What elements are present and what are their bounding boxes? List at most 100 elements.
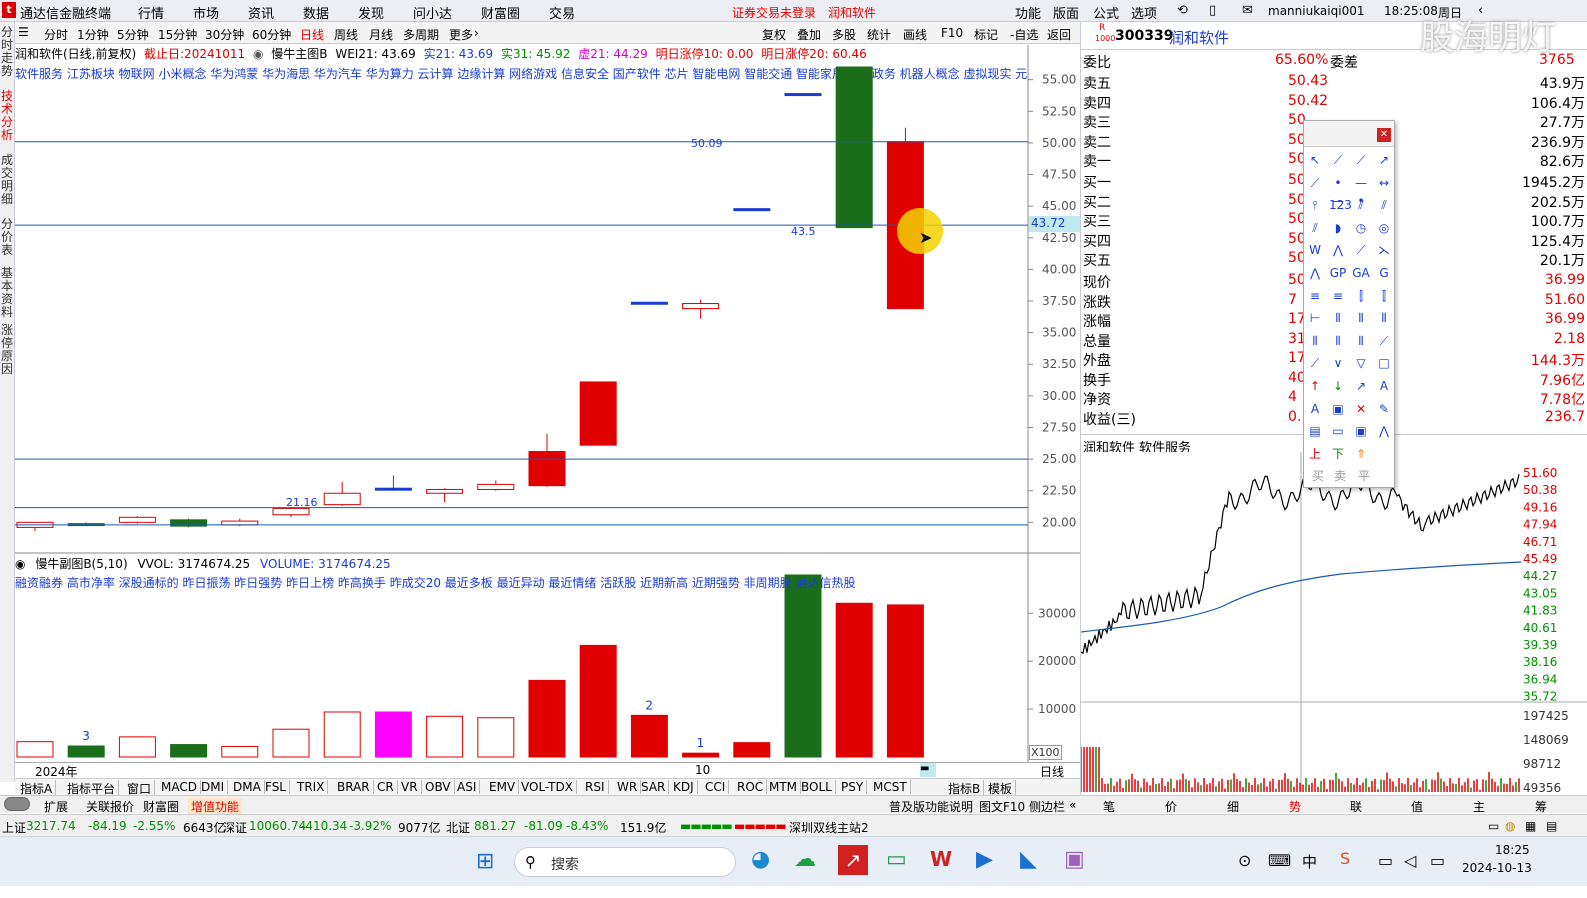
drawing-tool-icon[interactable]: ⦀ (1352, 309, 1370, 327)
drawing-tool-icon[interactable]: 下 (1329, 445, 1347, 463)
menu-gongshi[interactable]: 公式 (1093, 3, 1119, 22)
close-icon[interactable]: ✕ (1377, 128, 1391, 142)
drawing-tool-icon[interactable]: ⋀ (1329, 241, 1347, 259)
tool-duogu[interactable]: 多股 (832, 26, 856, 43)
candle-body[interactable] (221, 520, 259, 526)
drawing-tool-icon[interactable]: ◷ (1352, 219, 1370, 237)
indicator-tab[interactable]: BOLL (798, 780, 836, 794)
drawing-tool-icon[interactable]: ⋀ (1306, 264, 1324, 282)
drawing-tool-icon[interactable]: ◗ (1329, 219, 1347, 237)
microphone-icon[interactable]: ⊙ (1238, 851, 1251, 870)
indicator-tab[interactable]: ROC (734, 780, 768, 794)
link-tuwen[interactable]: 图文F10 (979, 798, 1025, 815)
tool-zixuan[interactable]: -自选 (1010, 26, 1038, 43)
menu-wenxiaoda[interactable]: 问小达 (413, 3, 452, 22)
drawing-tool-icon[interactable]: ⟋ (1306, 354, 1324, 372)
keyboard-icon[interactable]: ⌨ (1268, 851, 1291, 870)
volume-bar[interactable] (630, 714, 668, 758)
grid-small-icon[interactable]: ▦ (1525, 819, 1536, 833)
volume-icon[interactable]: ◁ (1404, 851, 1416, 870)
tool-fanhui[interactable]: 返回 (1047, 26, 1071, 43)
volume-bar[interactable] (221, 745, 259, 758)
tab-zengzhi[interactable]: 增值功能 (188, 798, 243, 815)
drawing-tool-icon[interactable]: GP (1329, 264, 1347, 282)
indicator-tab[interactable]: CR (374, 780, 398, 794)
period-day[interactable]: 日线 (300, 26, 324, 43)
drawing-tool-icon[interactable]: ▽ (1352, 354, 1370, 372)
wechat-icon[interactable]: ☁ (794, 847, 816, 872)
period-fenshi[interactable]: 分时 (44, 26, 68, 43)
username[interactable]: manniukaiqi001 (1268, 4, 1364, 18)
period-60min[interactable]: 60分钟 (252, 26, 291, 43)
drawing-tool-icon[interactable]: ⟋ (1375, 332, 1393, 350)
sogou-icon[interactable]: S (1340, 849, 1350, 868)
drawing-tool-icon[interactable]: •— (1329, 174, 1347, 208)
candle-body[interactable] (272, 507, 310, 516)
period-week[interactable]: 周线 (334, 26, 358, 43)
indicator-tab[interactable]: MCST (870, 780, 911, 794)
indicator-tab[interactable]: ASI (454, 780, 481, 794)
battery-icon[interactable]: ▭ (1430, 851, 1445, 870)
menu-shichang[interactable]: 市场 (193, 3, 219, 22)
indicator-tab[interactable]: VOL-TDX (518, 780, 577, 794)
drawing-tool-icon[interactable]: G (1375, 264, 1393, 282)
coin-icon[interactable]: ◍ (1505, 819, 1515, 833)
candle-body[interactable] (784, 93, 822, 97)
menu-shuju[interactable]: 数据 (303, 3, 329, 22)
photo-app-icon[interactable]: ▣ (1064, 847, 1085, 872)
toggle-switch[interactable] (4, 797, 30, 811)
indicator-tab[interactable]: VR (398, 780, 422, 794)
volume-bar[interactable] (528, 679, 566, 758)
drawing-tool-icon[interactable]: ▣ (1329, 400, 1347, 418)
phone-icon[interactable]: ▯ (1209, 3, 1216, 18)
drawing-tool-icon[interactable]: ↔ (1375, 174, 1393, 192)
period-month[interactable]: 月线 (369, 26, 393, 43)
drawing-tool-icon[interactable]: ⫽ (1352, 196, 1370, 214)
indicator-tab[interactable]: KDJ (670, 780, 698, 794)
tool-tongji[interactable]: 统计 (867, 26, 891, 43)
quote-tab-xi[interactable]: 细 (1227, 798, 1239, 815)
nav-jishu[interactable]: 技术分析 (1, 90, 14, 142)
drawing-tool-icon[interactable]: ⫿ (1352, 287, 1370, 305)
period-1min[interactable]: 1分钟 (77, 26, 109, 43)
drawing-tool-icon[interactable]: ⟋ (1306, 174, 1324, 192)
candle-body[interactable] (374, 487, 412, 491)
drawing-tool-icon[interactable]: ↑ (1306, 377, 1324, 395)
player-icon[interactable]: ▶ (976, 847, 993, 872)
volume-bar[interactable] (835, 602, 873, 758)
candle-body[interactable] (579, 381, 617, 446)
drawing-tool-icon[interactable]: ✕ (1352, 400, 1370, 418)
drawing-tool-icon[interactable]: A (1306, 400, 1324, 418)
drawing-tool-icon[interactable]: ⦀ (1306, 332, 1324, 350)
drawing-tool-icon[interactable]: ⟋ (1352, 151, 1370, 169)
drawing-tool-icon[interactable]: ∨ (1329, 354, 1347, 372)
link-cebianlan[interactable]: 侧边栏 (1029, 798, 1065, 815)
tool-sell-label[interactable]: 卖 (1334, 467, 1346, 484)
settings-dot-icon[interactable]: ◉ (15, 557, 25, 571)
volume-bar[interactable] (733, 742, 771, 758)
drawing-tool-icon[interactable]: ↗ (1352, 377, 1370, 395)
indicator-tab[interactable]: EMV (486, 780, 520, 794)
calendar-icon[interactable]: ▤ (1546, 819, 1557, 833)
drawing-tool-icon[interactable]: ⟋ (1352, 241, 1370, 259)
menu-zixun[interactable]: 资讯 (248, 3, 274, 22)
candle-body[interactable] (477, 483, 515, 490)
volume-bar[interactable] (477, 717, 515, 758)
tab-guanlian[interactable]: 关联报价 (86, 798, 134, 815)
indicator-tab[interactable]: DMA (230, 780, 265, 794)
candle-body[interactable] (835, 66, 873, 229)
tab-kuozhan[interactable]: 扩展 (44, 798, 68, 815)
volume-bar[interactable] (579, 644, 617, 758)
volume-bar[interactable] (67, 745, 105, 758)
drawing-tool-icon[interactable]: ⫽ (1375, 196, 1393, 214)
drawing-tool-icon[interactable]: ≡ (1306, 287, 1324, 305)
tool-biaoji[interactable]: 标记 (974, 26, 998, 43)
drawing-tool-icon[interactable]: ⋀ (1375, 422, 1393, 440)
tool-flat-label[interactable]: 平 (1358, 467, 1370, 484)
wps-icon[interactable]: W (930, 847, 952, 871)
candle-body[interactable] (528, 451, 566, 487)
refresh-icon[interactable]: ⟲ (1177, 3, 1188, 18)
menu-xuanxiang[interactable]: 选项 (1131, 3, 1157, 22)
drawing-tool-icon[interactable]: ⊢ (1306, 309, 1324, 327)
volume-bar[interactable] (118, 736, 156, 758)
